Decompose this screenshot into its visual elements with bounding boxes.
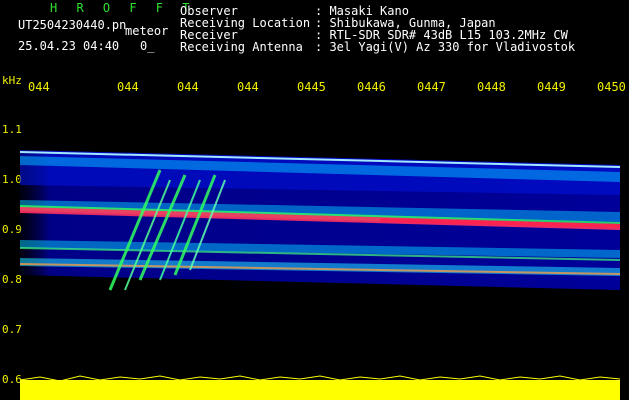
time-tick: 0450	[597, 80, 626, 94]
time-tick: 0448	[477, 80, 506, 94]
khz-unit-label: kHz	[2, 74, 22, 87]
file-name: UT2504230440.pn	[18, 18, 127, 32]
app-title: H R O F F T	[50, 1, 196, 15]
spectrogram	[19, 150, 621, 400]
time-tick: 044	[28, 80, 50, 94]
time-tick: 044	[237, 80, 259, 94]
time-tick: 044	[117, 80, 139, 94]
time-tick: 044	[177, 80, 199, 94]
timestamp: 25.04.23 04:40	[18, 39, 120, 53]
antenna-label: Receiving Antenna	[180, 40, 303, 54]
audio-level-bar	[20, 380, 620, 400]
frame-count: 0_	[140, 39, 155, 53]
antenna-value: : 3el Yagi(V) Az 330 for Vladivostok	[315, 40, 576, 54]
time-tick: 0449	[537, 80, 566, 94]
meteor-label: meteor	[125, 24, 169, 38]
time-tick: 0446	[357, 80, 386, 94]
time-tick: 0447	[417, 80, 446, 94]
time-tick: 0445	[297, 80, 326, 94]
